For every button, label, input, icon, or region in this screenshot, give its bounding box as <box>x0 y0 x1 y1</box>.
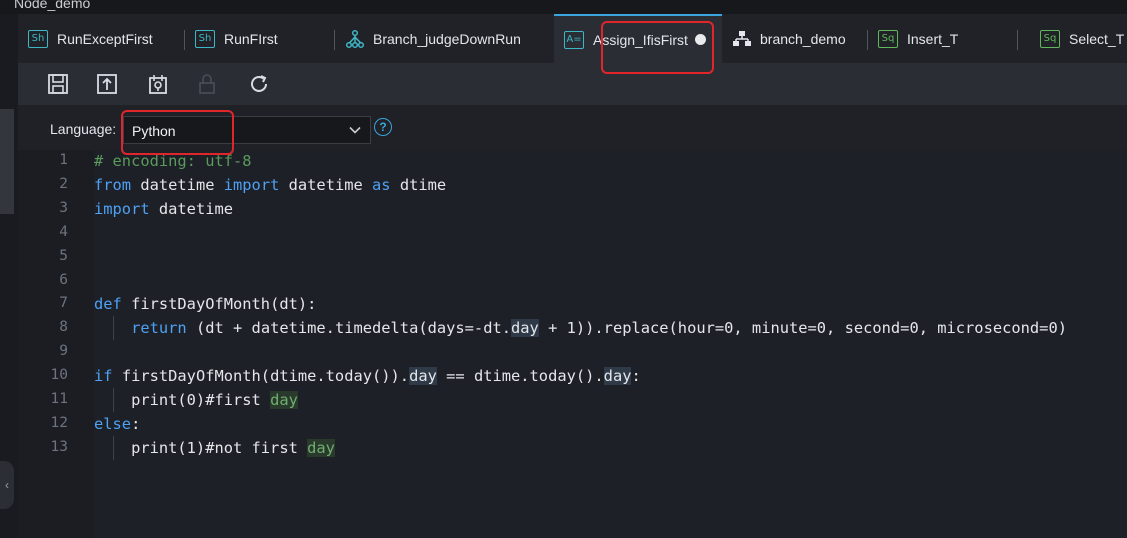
branch-icon <box>345 29 365 49</box>
sql-badge-icon: Sq <box>1040 29 1060 48</box>
line-number: 5 <box>59 247 68 264</box>
tab-label: Branch_judgeDownRun <box>373 30 521 47</box>
shell-badge-icon: Sh <box>195 29 215 48</box>
line-number: 11 <box>50 391 68 407</box>
line-number: 1 <box>59 152 68 168</box>
line-number: 10 <box>50 367 68 384</box>
hierarchy-icon <box>732 30 752 48</box>
tab-bar: Sh RunExceptFirst Sh RunFIrst Branch_jud… <box>18 14 1127 63</box>
tab-label: RunExceptFirst <box>57 30 153 47</box>
tab-runexceptfirst[interactable]: Sh RunExceptFirst <box>28 14 185 63</box>
annotation-box-active-tab <box>601 21 714 74</box>
line-number: 3 <box>59 199 68 216</box>
code-line[interactable]: else: <box>94 415 140 433</box>
window-title: Node_demo <box>14 0 91 11</box>
code-line[interactable]: def firstDayOfMonth(dt): <box>94 295 316 313</box>
tab-branch-demo[interactable]: branch_demo <box>732 14 868 63</box>
line-number: 6 <box>59 271 68 288</box>
run-icon[interactable] <box>146 72 170 96</box>
tab-label: Select_T <box>1069 30 1125 47</box>
tab-label: branch_demo <box>760 30 846 47</box>
code-line[interactable]: import datetime <box>94 200 233 218</box>
collapse-panel-button[interactable]: ‹ <box>0 461 14 509</box>
chevron-down-icon <box>348 123 362 142</box>
tab-runfirst[interactable]: Sh RunFIrst <box>195 14 335 63</box>
code-line[interactable]: print(1)#not first day <box>94 438 335 457</box>
shell-badge-icon: Sh <box>28 29 48 48</box>
code-line[interactable]: return (dt + datetime.timedelta(days=-dt… <box>94 319 1067 338</box>
code-line[interactable]: if firstDayOfMonth(dtime.today()).day ==… <box>94 367 641 386</box>
tab-label: Insert_T <box>907 30 959 47</box>
assign-badge-icon: A= <box>564 30 584 49</box>
line-number: 4 <box>59 223 68 240</box>
annotation-box-language <box>121 110 234 155</box>
line-number: 7 <box>59 295 68 312</box>
submit-icon[interactable] <box>95 72 119 96</box>
tab-insert-t[interactable]: Sq Insert_T <box>878 14 1018 63</box>
code-line[interactable]: from datetime import datetime as dtime <box>94 176 446 194</box>
line-number: 8 <box>59 319 68 336</box>
line-number: 12 <box>50 414 68 431</box>
line-number-gutter: 1 2 3 4 5 6 7 8 9 10 11 12 13 <box>18 150 94 538</box>
tab-select-t[interactable]: Sq Select_T <box>1040 14 1127 63</box>
rail-scroll-thumb[interactable] <box>0 109 14 214</box>
window-titlebar: Node_demo <box>0 0 1127 14</box>
line-number: 9 <box>59 343 68 360</box>
code-editor[interactable]: 1 2 3 4 5 6 7 8 9 10 11 12 13 # encoding: utf-8 from … <box>18 150 1127 538</box>
refresh-icon[interactable] <box>247 72 271 96</box>
line-number: 2 <box>59 175 68 192</box>
help-icon[interactable]: ? <box>374 118 392 136</box>
line-number: 13 <box>50 438 68 455</box>
editor-toolbar <box>18 63 1127 105</box>
language-label: Language: <box>50 121 117 137</box>
tab-label: RunFIrst <box>224 30 278 47</box>
lock-icon <box>195 72 219 96</box>
tab-branch-judgedownrun[interactable]: Branch_judgeDownRun <box>345 14 554 63</box>
sql-badge-icon: Sq <box>878 29 898 48</box>
save-icon[interactable] <box>46 72 70 96</box>
code-line[interactable]: print(0)#first day <box>94 391 298 409</box>
left-rail: ‹ <box>0 14 18 538</box>
